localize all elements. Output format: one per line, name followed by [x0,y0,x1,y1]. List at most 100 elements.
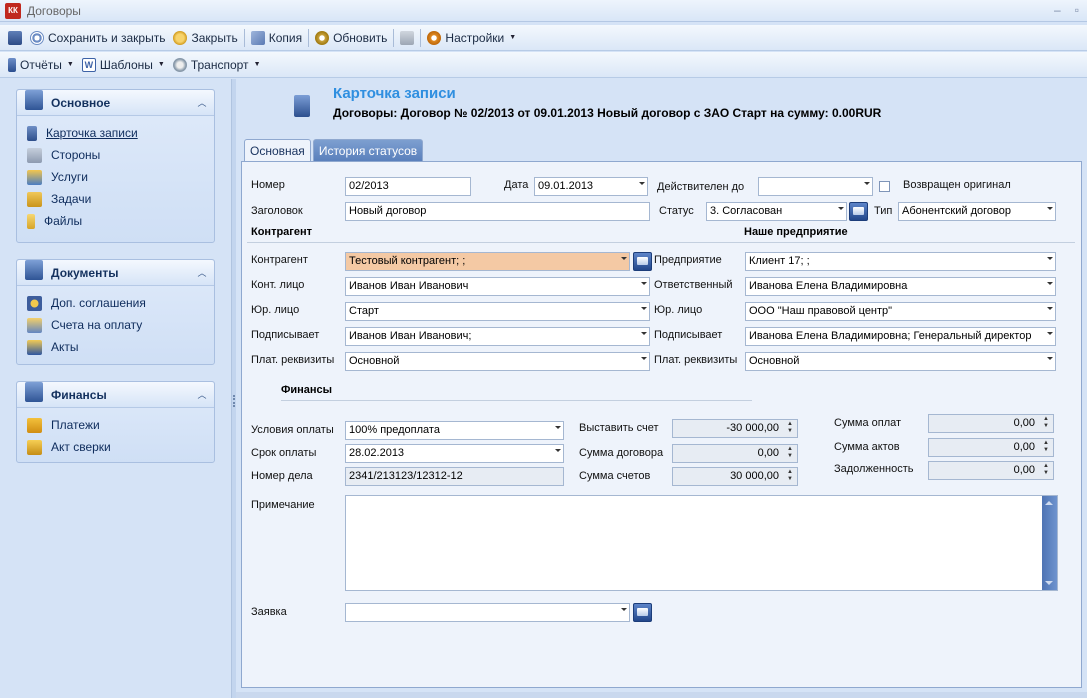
our-signer-label: Подписывает [654,329,723,341]
legal-entity-value: Старт [349,305,379,317]
our-company-section-title: Наше предприятие [744,226,848,238]
sidebar: Основное ︿ Карточка записи Стороны Услуг… [0,79,232,698]
nav-panel-header[interactable]: Документы ︿ [17,259,214,286]
chevron-down-icon[interactable] [555,449,561,452]
save-close-button[interactable]: Сохранить и закрыть [26,27,169,49]
form-panel: Номер 02/2013 Дата 09.01.2013 Действител… [241,161,1082,688]
sidebar-item-card[interactable]: Карточка записи [27,122,214,144]
reports-label: Отчёты [20,57,62,72]
title-bar: КК Договоры – ▫ [0,0,1087,22]
tab-main[interactable]: Основная [244,139,311,162]
type-select[interactable]: Абонентский договор [898,202,1056,221]
counterparty-select[interactable]: Тестовый контрагент; ; [345,252,630,271]
payment-details-select[interactable]: Основной [345,352,650,371]
chevron-down-icon[interactable] [1047,282,1053,285]
our-legal-entity-select[interactable]: ООО "Наш правовой центр" [745,302,1056,321]
legal-entity-label: Юр. лицо [251,304,300,316]
sidebar-item-reconciliation[interactable]: Акт сверки [27,436,214,458]
request-pick-button[interactable] [633,603,652,622]
settings-button[interactable]: Настройки ▼ [423,27,520,49]
note-scrollbar[interactable] [1042,496,1057,590]
spin-icon[interactable]: ▲ ▼ [1041,416,1051,431]
templates-button[interactable]: W Шаблоны ▼ [78,54,169,76]
restore-icon[interactable]: ▫ [1075,3,1079,17]
responsible-select[interactable]: Иванова Елена Владимировна [745,277,1056,296]
reports-button[interactable]: Отчёты ▼ [4,54,78,76]
invoices-sum-field[interactable]: 30 000,00 ▲ ▼ [672,467,798,486]
chevron-down-icon[interactable] [641,332,647,335]
chevron-down-icon[interactable] [1047,307,1053,310]
spin-icon[interactable]: ▲ ▼ [1041,463,1051,478]
acts-icon [27,339,42,355]
tab-status-history[interactable]: История статусов [312,139,424,161]
sidebar-item-payments[interactable]: Платежи [27,414,214,436]
counterparty-pick-button[interactable] [633,252,652,271]
spin-icon[interactable]: ▲ ▼ [1041,440,1051,455]
up-button[interactable] [396,27,418,49]
status-pick-button[interactable] [849,202,868,221]
sidebar-item-files[interactable]: Файлы [27,210,214,232]
documents-icon [25,259,43,280]
chevron-down-icon[interactable] [621,608,627,611]
signer-select[interactable]: Иванов Иван Иванович; [345,327,650,346]
payment-terms-value: 100% предоплата [349,424,440,436]
chevron-down-icon[interactable] [1047,357,1053,360]
status-select[interactable]: 3. Согласован [706,202,847,221]
spin-icon[interactable]: ▲ ▼ [785,469,795,484]
date-picker[interactable]: 09.01.2013 [534,177,648,196]
original-returned-label: Возвращен оригинал [903,179,1011,191]
settings-label: Настройки [445,30,505,45]
save-button[interactable] [4,27,26,49]
request-select[interactable] [345,603,630,622]
note-textarea[interactable] [345,495,1058,591]
valid-until-picker[interactable] [758,177,873,196]
copy-button[interactable]: Копия [247,27,306,49]
collapse-icon[interactable]: ︿ [194,387,210,403]
contact-select[interactable]: Иванов Иван Иванович [345,277,650,296]
chevron-down-icon[interactable] [838,207,844,210]
sidebar-item-acts[interactable]: Акты [27,336,214,358]
our-signer-select[interactable]: Иванова Елена Владимировна; Генеральный … [745,327,1056,346]
our-payment-details-value: Основной [749,355,800,367]
chevron-down-icon[interactable] [621,257,627,260]
heading-input[interactable]: Новый договор [345,202,650,221]
number-input[interactable]: 02/2013 [345,177,471,196]
enterprise-select[interactable]: Клиент 17; ; [745,252,1056,271]
scroll-up-icon[interactable] [1045,501,1053,505]
payment-due-picker[interactable]: 28.02.2013 [345,444,564,463]
nav-panel-header[interactable]: Основное ︿ [17,89,214,116]
issue-invoice-field[interactable]: -30 000,00 ▲ ▼ [672,419,798,438]
our-payment-details-select[interactable]: Основной [745,352,1056,371]
collapse-icon[interactable]: ︿ [194,265,210,281]
chevron-down-icon[interactable] [864,182,870,185]
sidebar-item-addendums[interactable]: Доп. соглашения [27,292,214,314]
legal-entity-select[interactable]: Старт [345,302,650,321]
chevron-down-icon[interactable] [555,426,561,429]
chevron-down-icon[interactable] [641,307,647,310]
sidebar-item-invoices[interactable]: Счета на оплату [27,314,214,336]
payment-terms-select[interactable]: 100% предоплата [345,421,564,440]
close-button[interactable]: Закрыть [169,27,241,49]
refresh-button[interactable]: Обновить [311,27,391,49]
chevron-down-icon[interactable] [641,357,647,360]
chevron-down-icon[interactable] [1047,207,1053,210]
nav-panel-header[interactable]: Финансы ︿ [17,381,214,408]
payments-sum-field[interactable]: 0,00 ▲ ▼ [928,414,1054,433]
scroll-down-icon[interactable] [1045,581,1053,585]
minimize-icon[interactable]: – [1054,3,1061,17]
sidebar-item-services[interactable]: Услуги [27,166,214,188]
transport-button[interactable]: Транспорт ▼ [169,54,265,76]
chevron-down-icon[interactable] [1047,257,1053,260]
chevron-down-icon[interactable] [641,282,647,285]
contract-sum-field[interactable]: 0,00 ▲ ▼ [672,444,798,463]
collapse-icon[interactable]: ︿ [194,95,210,111]
chevron-down-icon[interactable] [1047,332,1053,335]
spin-icon[interactable]: ▲ ▼ [785,446,795,461]
spin-icon[interactable]: ▲ ▼ [785,421,795,436]
sidebar-item-parties[interactable]: Стороны [27,144,214,166]
sidebar-item-tasks[interactable]: Задачи [27,188,214,210]
chevron-down-icon[interactable] [639,182,645,185]
original-returned-checkbox[interactable] [879,181,890,192]
debt-field[interactable]: 0,00 ▲ ▼ [928,461,1054,480]
acts-sum-field[interactable]: 0,00 ▲ ▼ [928,438,1054,457]
